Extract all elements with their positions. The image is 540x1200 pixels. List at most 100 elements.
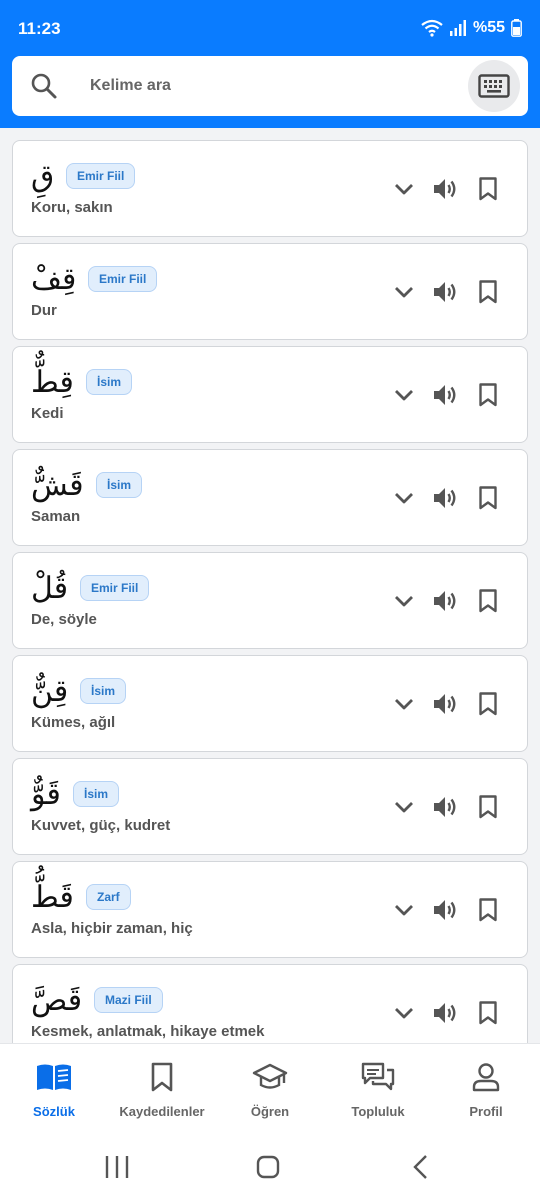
back-icon xyxy=(413,1155,427,1179)
bookmark-icon xyxy=(479,589,497,613)
expand-button[interactable] xyxy=(388,379,420,411)
word-type-badge: İsim xyxy=(73,781,120,807)
speaker-icon xyxy=(434,282,456,302)
search-bar xyxy=(12,56,528,116)
word-list[interactable]: قِ Emir Fiil Koru, sakın قِفْ Emir Fiil … xyxy=(0,140,540,1043)
nav-label: Kaydedilenler xyxy=(119,1104,205,1119)
nav-item[interactable]: Kaydedilenler xyxy=(108,1060,216,1119)
recent-apps-button[interactable] xyxy=(97,1151,137,1183)
play-audio-button[interactable] xyxy=(430,688,462,720)
bookmark-button[interactable] xyxy=(472,894,504,926)
word-card[interactable]: قِ Emir Fiil Koru, sakın xyxy=(12,140,528,237)
status-bar: 11:23 %55 xyxy=(0,0,540,56)
nav-label: Profil xyxy=(469,1104,503,1119)
system-navigation-bar xyxy=(0,1135,540,1200)
chevron-down-icon xyxy=(395,1008,413,1019)
arabic-word: قِ xyxy=(31,159,55,194)
bookmark-button[interactable] xyxy=(472,585,504,617)
word-meaning: De, söyle xyxy=(31,611,97,628)
word-type-badge: Emir Fiil xyxy=(80,575,150,601)
bookmark-button[interactable] xyxy=(472,379,504,411)
play-audio-button[interactable] xyxy=(430,997,462,1029)
word-type-badge: Mazi Fiil xyxy=(94,987,163,1013)
keyboard-button[interactable] xyxy=(468,60,520,112)
word-type-badge: İsim xyxy=(86,369,133,395)
word-meaning: Koru, sakın xyxy=(31,199,113,216)
bookmark-button[interactable] xyxy=(472,791,504,823)
bookmark-icon xyxy=(479,177,497,201)
word-card[interactable]: قَصَّ Mazi Fiil Kesmek, anlatmak, hikaye… xyxy=(12,964,528,1043)
bottom-navigation: Sözlük Kaydedilenler Öğren Topluluk Prof… xyxy=(0,1043,540,1135)
play-audio-button[interactable] xyxy=(430,482,462,514)
word-meaning: Kesmek, anlatmak, hikaye etmek xyxy=(31,1023,265,1040)
word-meaning: Kümes, ağıl xyxy=(31,714,116,731)
word-meaning: Kedi xyxy=(31,405,64,422)
bookmark-button[interactable] xyxy=(472,688,504,720)
wifi-icon xyxy=(421,19,443,37)
word-card[interactable]: قِفْ Emir Fiil Dur xyxy=(12,243,528,340)
word-meaning: Asla, hiçbir zaman, hiç xyxy=(31,920,193,937)
expand-button[interactable] xyxy=(388,173,420,205)
home-icon xyxy=(256,1155,280,1179)
bookmark-button[interactable] xyxy=(472,997,504,1029)
recent-apps-icon xyxy=(105,1156,129,1178)
play-audio-button[interactable] xyxy=(430,894,462,926)
play-audio-button[interactable] xyxy=(430,791,462,823)
word-meaning: Kuvvet, güç, kudret xyxy=(31,817,171,834)
book-open-icon xyxy=(0,1060,108,1094)
expand-button[interactable] xyxy=(388,688,420,720)
word-card[interactable]: قُلْ Emir Fiil De, söyle xyxy=(12,552,528,649)
search-icon xyxy=(31,73,57,99)
word-meaning: Saman xyxy=(31,508,81,525)
expand-button[interactable] xyxy=(388,276,420,308)
bookmark-icon xyxy=(108,1060,216,1094)
speaker-icon xyxy=(434,179,456,199)
signal-icon xyxy=(449,20,466,36)
speaker-icon xyxy=(434,488,456,508)
bookmark-button[interactable] xyxy=(472,173,504,205)
word-meaning: Dur xyxy=(31,302,57,319)
speaker-icon xyxy=(434,694,456,714)
bookmark-icon xyxy=(479,795,497,819)
word-type-badge: İsim xyxy=(80,678,127,704)
chevron-down-icon xyxy=(395,287,413,298)
expand-button[interactable] xyxy=(388,791,420,823)
battery-icon xyxy=(511,19,522,37)
back-button[interactable] xyxy=(400,1151,440,1183)
search-input[interactable] xyxy=(78,56,458,116)
speaker-icon xyxy=(434,1003,456,1023)
chevron-down-icon xyxy=(395,493,413,504)
word-card[interactable]: قَطُّ Zarf Asla, hiçbir zaman, hiç xyxy=(12,861,528,958)
nav-item[interactable]: Sözlük xyxy=(0,1060,108,1119)
play-audio-button[interactable] xyxy=(430,379,462,411)
chevron-down-icon xyxy=(395,905,413,916)
chevron-down-icon xyxy=(395,699,413,710)
bookmark-icon xyxy=(479,898,497,922)
bookmark-button[interactable] xyxy=(472,276,504,308)
word-card[interactable]: قِطٌّ İsim Kedi xyxy=(12,346,528,443)
play-audio-button[interactable] xyxy=(430,585,462,617)
expand-button[interactable] xyxy=(388,997,420,1029)
home-button[interactable] xyxy=(248,1151,288,1183)
bookmark-icon xyxy=(479,383,497,407)
word-card[interactable]: قِنٌّ İsim Kümes, ağıl xyxy=(12,655,528,752)
chevron-down-icon xyxy=(395,596,413,607)
arabic-word: قُلْ xyxy=(31,571,69,606)
nav-item[interactable]: Profil xyxy=(432,1060,540,1119)
play-audio-button[interactable] xyxy=(430,173,462,205)
arabic-word: قِطٌّ xyxy=(31,365,74,400)
bookmark-icon xyxy=(479,692,497,716)
word-card[interactable]: قَشٌّ İsim Saman xyxy=(12,449,528,546)
chevron-down-icon xyxy=(395,184,413,195)
expand-button[interactable] xyxy=(388,585,420,617)
nav-item[interactable]: Öğren xyxy=(216,1060,324,1119)
bookmark-icon xyxy=(479,1001,497,1025)
word-card[interactable]: قَوٌّ İsim Kuvvet, güç, kudret xyxy=(12,758,528,855)
expand-button[interactable] xyxy=(388,482,420,514)
expand-button[interactable] xyxy=(388,894,420,926)
word-type-badge: Emir Fiil xyxy=(66,163,136,189)
bookmark-button[interactable] xyxy=(472,482,504,514)
play-audio-button[interactable] xyxy=(430,276,462,308)
nav-item[interactable]: Topluluk xyxy=(324,1060,432,1119)
nav-label: Sözlük xyxy=(33,1104,75,1119)
